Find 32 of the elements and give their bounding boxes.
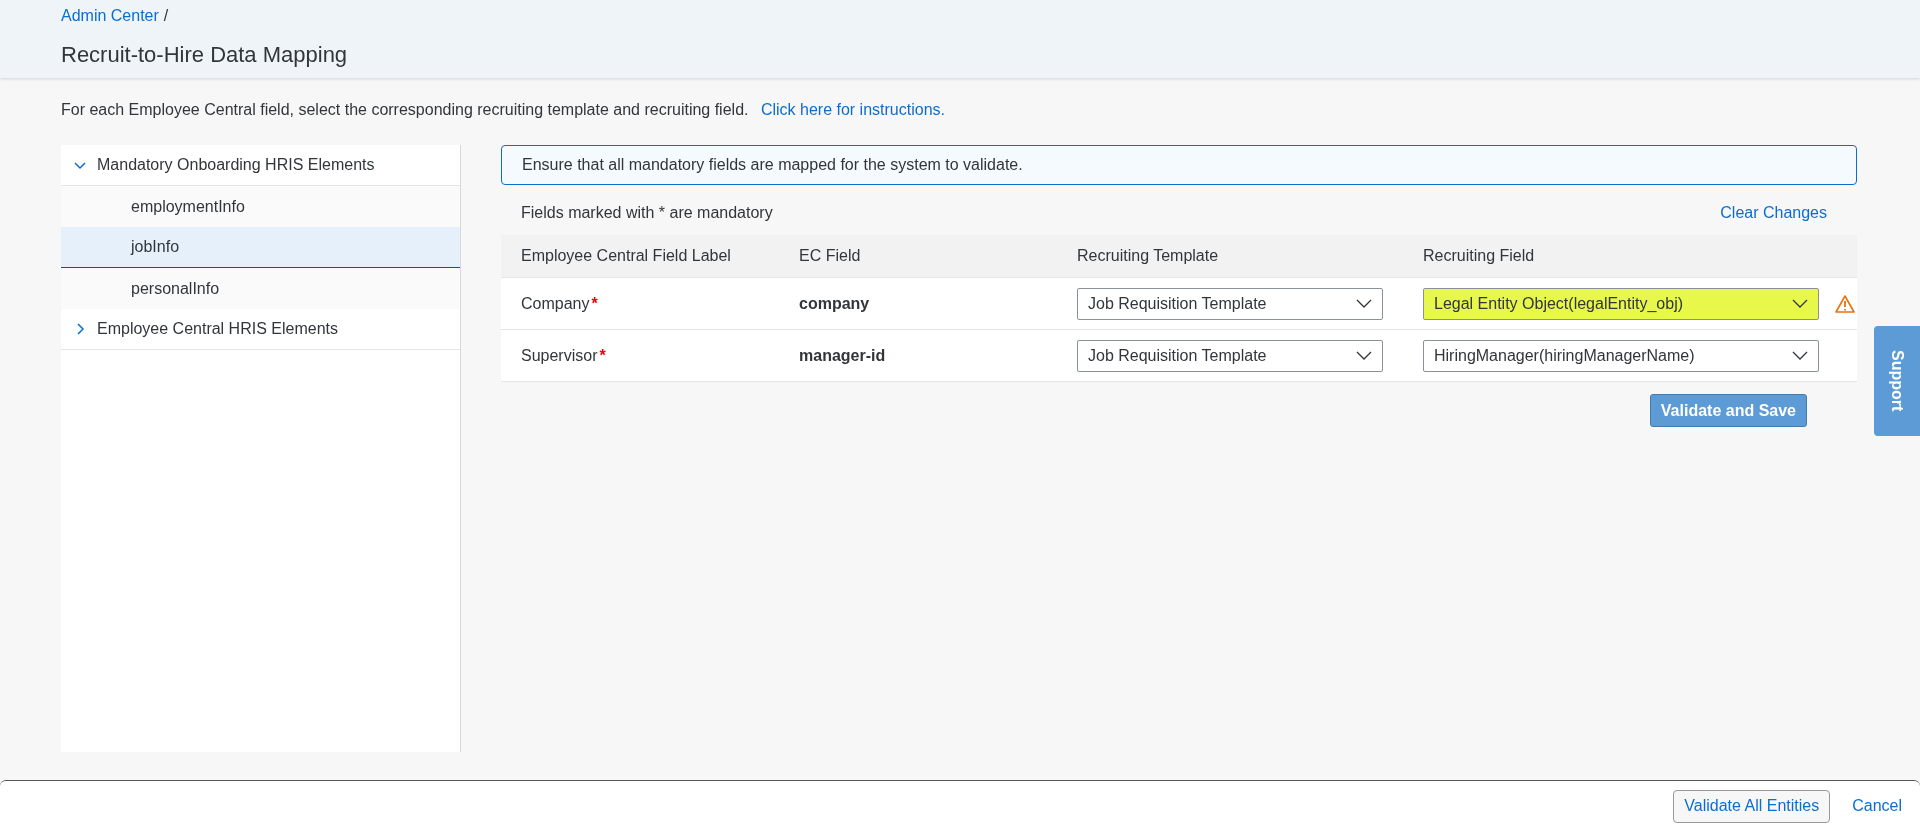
column-header: Recruiting Field (1422, 246, 1536, 266)
tree-item[interactable]: personalInfo (61, 268, 460, 309)
table-cell-text: manager-id (798, 345, 887, 366)
dropdown-field[interactable]: HiringManager(hiringManagerName) (1423, 339, 1819, 372)
tree-group-item[interactable]: Employee Central HRIS Elements (61, 309, 460, 350)
breadcrumb-link[interactable]: Admin Center (61, 4, 159, 28)
info-message-strip: Ensure that all mandatory fields are mapped for the system to validate. (501, 145, 1857, 185)
validate-all-button[interactable]: Validate All Entities (1673, 789, 1831, 823)
page-title: Recruit-to-Hire Data Mapping (61, 41, 349, 69)
dropdown-field[interactable]: Job Requisition Template (1077, 287, 1383, 320)
tree-item[interactable]: jobInfo (61, 227, 460, 268)
dropdown-field[interactable]: Job Requisition Template (1077, 339, 1383, 372)
column-header: Employee Central Field Label (520, 246, 732, 266)
column-header: EC Field (798, 246, 862, 266)
dropdown-chevron-icon (1792, 298, 1808, 309)
dropdown-field[interactable]: Legal Entity Object(legalEntity_obj) (1423, 287, 1819, 320)
table-cell-text: Company* (520, 293, 599, 314)
tree-item[interactable]: employmentInfo (61, 186, 460, 227)
instructions-link[interactable]: Click here for instructions. (760, 101, 945, 118)
instruction-text: For each Employee Central field, select the corresponding recruiting template and recruiting field. Click here for instructions. (61, 100, 946, 120)
table-cell-text: Supervisor* (520, 345, 607, 366)
breadcrumb-separator: / (163, 6, 169, 26)
mandatory-note: Fields marked with * are mandatory (521, 203, 773, 223)
dropdown-chevron-icon (1356, 298, 1372, 309)
required-asterisk: * (599, 346, 606, 364)
required-asterisk: * (591, 294, 598, 312)
dropdown-chevron-icon (1356, 350, 1372, 361)
table-cell-text: company (798, 293, 871, 314)
clear-changes-link[interactable]: Clear Changes (1720, 201, 1827, 225)
column-header: Recruiting Template (1076, 246, 1220, 266)
dropdown-chevron-icon (1792, 350, 1808, 361)
cancel-button[interactable]: Cancel (1852, 794, 1902, 818)
